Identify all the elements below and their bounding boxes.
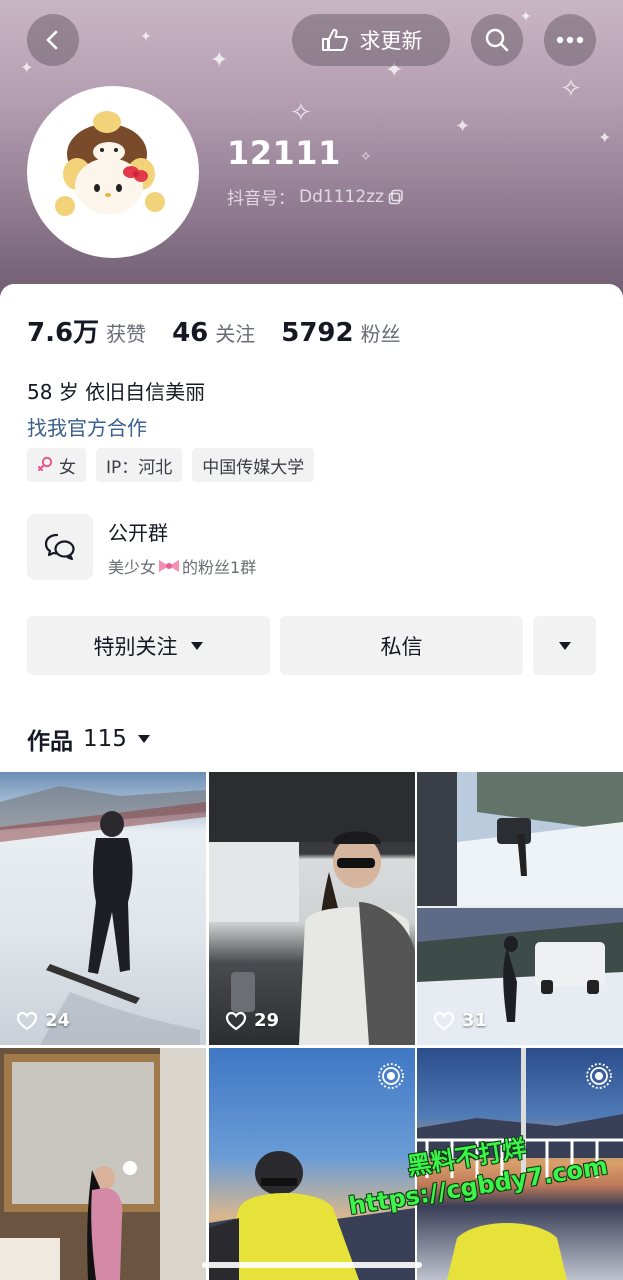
chevron-left-icon (46, 30, 58, 50)
more-actions-button[interactable] (533, 616, 596, 675)
works-count: 115 (83, 726, 127, 752)
live-photo-icon (586, 1063, 612, 1089)
works-tab[interactable]: 作品 115 (27, 722, 151, 756)
stat-label: 获赞 (106, 322, 147, 346)
following-stat[interactable]: 46 关注 (172, 318, 255, 348)
video-thumbnail[interactable]: 29 (209, 772, 415, 1045)
hello-kitty-avatar-icon (35, 94, 191, 250)
sparkle-decoration: ✦ (520, 9, 532, 25)
search-button[interactable] (471, 14, 523, 66)
live-photo-icon (378, 1063, 404, 1089)
pink-bow-icon (159, 559, 180, 572)
video-grid: 24 29 31 (0, 772, 623, 1280)
avatar-image (35, 94, 191, 250)
public-group-entry[interactable]: 公开群 美少女 的粉丝1群 (27, 514, 256, 580)
female-icon (38, 456, 53, 471)
like-count-value: 29 (254, 1010, 280, 1031)
copy-icon[interactable] (388, 189, 404, 205)
profile-tags: 女 IP：河北 中国传媒大学 (27, 448, 315, 482)
stat-label: 关注 (215, 322, 256, 346)
caret-down-icon (558, 641, 571, 650)
hand-point-icon (321, 28, 348, 51)
bio-text: 58 岁 依旧自信美丽 (27, 380, 206, 404)
group-subtitle-prefix: 美少女 (108, 557, 157, 577)
followers-stat[interactable]: 5792 粉丝 (281, 318, 400, 348)
sparkle-decoration: ✧ (290, 98, 312, 128)
video-thumbnail[interactable] (0, 1048, 206, 1280)
profile-card: 7.6万 获赞 46 关注 5792 粉丝 58 岁 依旧自信美丽 找我官方合作… (0, 284, 623, 772)
stats-row: 7.6万 获赞 46 关注 5792 粉丝 (27, 312, 401, 349)
like-count: 29 (225, 1010, 279, 1031)
message-label: 私信 (380, 634, 423, 659)
video-thumbnail[interactable]: 24 (0, 772, 206, 1045)
profile-banner: ✦ ✧ ✦ ✦ ✧ ✦ ✦ ✦ ✦ ✧ 求更新 12111 抖音号： Dd111… (0, 0, 623, 300)
video-thumbnail[interactable]: 31 (417, 772, 623, 1045)
group-subtitle-suffix: 的粉丝1群 (182, 557, 257, 577)
like-count-value: 31 (462, 1010, 488, 1031)
school-tag[interactable]: 中国传媒大学 (192, 448, 315, 482)
stat-value: 7.6万 (27, 318, 100, 348)
snow-jeep-collage-image (417, 772, 623, 1045)
group-title: 公开群 (108, 520, 168, 545)
special-follow-button[interactable]: 特别关注 (27, 616, 270, 675)
stat-label: 粉丝 (360, 322, 401, 346)
school-label: 中国传媒大学 (202, 457, 305, 478)
ip-location-tag: IP：河北 (96, 448, 183, 482)
likes-stat[interactable]: 7.6万 获赞 (27, 312, 146, 349)
more-button[interactable] (544, 14, 596, 66)
sparkle-decoration: ✧ (560, 74, 582, 104)
message-button[interactable]: 私信 (280, 616, 523, 675)
special-follow-label: 特别关注 (93, 634, 178, 659)
stat-value: 5792 (281, 318, 354, 348)
like-count: 24 (16, 1010, 70, 1031)
sparkle-decoration: ✦ (210, 48, 229, 73)
like-count: 31 (433, 1010, 487, 1031)
home-indicator (202, 1262, 422, 1268)
stat-value: 46 (172, 318, 209, 348)
ip-location-label: IP：河北 (106, 457, 173, 478)
sparkle-decoration: ✦ (455, 116, 471, 137)
more-dots-icon (556, 36, 584, 44)
skier-scene-image (0, 786, 206, 1045)
car-selfie-image (209, 772, 415, 1045)
heart-icon (225, 1011, 247, 1030)
request-update-label: 求更新 (359, 29, 423, 53)
business-cooperation-link[interactable]: 找我官方合作 (27, 412, 147, 441)
sparkle-decoration: ✧ (360, 149, 372, 165)
sparkle-decoration: ✦ (20, 58, 34, 77)
gender-label: 女 (59, 457, 76, 478)
avatar[interactable] (27, 86, 199, 258)
heart-icon (16, 1011, 38, 1030)
nickname: 12111 (227, 134, 341, 172)
gender-tag: 女 (27, 448, 86, 482)
sparkle-decoration: ✦ (598, 128, 612, 147)
lobby-photo-image (0, 1048, 206, 1280)
sparkle-decoration: ✦ (140, 29, 152, 45)
heart-icon (433, 1011, 455, 1030)
search-icon (485, 28, 509, 52)
group-chat-icon-box (27, 514, 93, 580)
back-button[interactable] (27, 14, 79, 66)
caret-down-icon (137, 735, 150, 743)
group-subtitle: 美少女 的粉丝1群 (108, 554, 256, 578)
like-count-value: 24 (45, 1010, 71, 1031)
douyin-id-value: Dd1112zz (299, 186, 384, 207)
chat-bubbles-icon (44, 533, 75, 561)
douyin-id[interactable]: 抖音号： Dd1112zz (227, 184, 404, 209)
works-label: 作品 (27, 729, 73, 755)
action-buttons: 特别关注 私信 (27, 616, 596, 675)
douyin-id-label: 抖音号： (227, 189, 295, 209)
caret-down-icon (190, 641, 203, 650)
request-update-button[interactable]: 求更新 (292, 14, 450, 66)
